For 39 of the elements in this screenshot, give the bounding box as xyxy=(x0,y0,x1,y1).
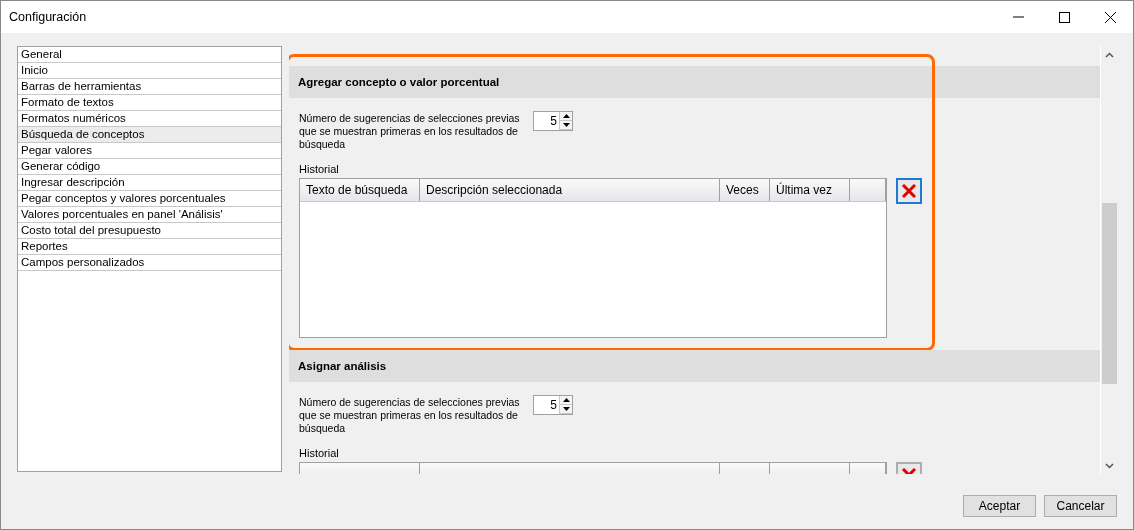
delete-icon xyxy=(902,184,916,198)
history-label: Historial xyxy=(299,447,340,459)
scroll-thumb[interactable] xyxy=(1102,203,1117,384)
column-header[interactable]: Última vez xyxy=(770,179,850,201)
window-title: Configuración xyxy=(9,10,88,24)
number-spinner[interactable]: 5 xyxy=(533,395,573,415)
field-label: Número de sugerencias de selecciones previas que se muestran primeras en los resultados de búsqueda xyxy=(299,396,521,435)
spin-down-icon[interactable] xyxy=(560,121,572,130)
close-icon xyxy=(1104,11,1116,23)
delete-button[interactable] xyxy=(896,178,922,204)
number-spinner[interactable]: 5 xyxy=(533,111,573,131)
spin-up-icon[interactable] xyxy=(560,396,572,405)
category-item[interactable]: Pegar valores xyxy=(18,143,281,159)
category-item[interactable]: Valores porcentuales en panel 'Análisis' xyxy=(18,207,281,223)
category-item[interactable]: Inicio xyxy=(18,63,281,79)
category-item[interactable]: Búsqueda de conceptos xyxy=(18,127,281,143)
minimize-icon xyxy=(1012,16,1024,18)
category-item[interactable]: Reportes xyxy=(18,239,281,255)
category-item[interactable]: Pegar conceptos y valores porcentuales xyxy=(18,191,281,207)
dialog-button[interactable]: Cancelar xyxy=(1044,495,1117,517)
category-item[interactable]: Barras de herramientas xyxy=(18,79,281,95)
column-header[interactable]: Veces xyxy=(720,179,770,201)
category-item[interactable]: Generar código xyxy=(18,159,281,175)
field-label: Número de sugerencias de selecciones previas que se muestran primeras en los resultados de búsqueda xyxy=(299,112,521,151)
category-item[interactable]: Campos personalizados xyxy=(18,255,281,271)
category-item[interactable]: Formato de textos xyxy=(18,95,281,111)
maximize-icon xyxy=(1058,11,1070,23)
history-label: Historial xyxy=(299,163,340,175)
spin-down-icon[interactable] xyxy=(560,405,572,414)
column-header[interactable]: Texto de búsqueda xyxy=(300,179,420,201)
category-item[interactable]: Costo total del presupuesto xyxy=(18,223,281,239)
section-title: Agregar concepto o valor porcentual xyxy=(298,76,500,88)
section-title: Asignar análisis xyxy=(298,360,387,372)
column-header[interactable]: Descripción seleccionada xyxy=(420,179,720,201)
dialog-button[interactable]: Aceptar xyxy=(963,495,1036,517)
category-item[interactable]: Ingresar descripción xyxy=(18,175,281,191)
category-item[interactable]: General xyxy=(18,47,281,63)
category-item[interactable]: Formatos numéricos xyxy=(18,111,281,127)
spin-up-icon[interactable] xyxy=(560,112,572,121)
